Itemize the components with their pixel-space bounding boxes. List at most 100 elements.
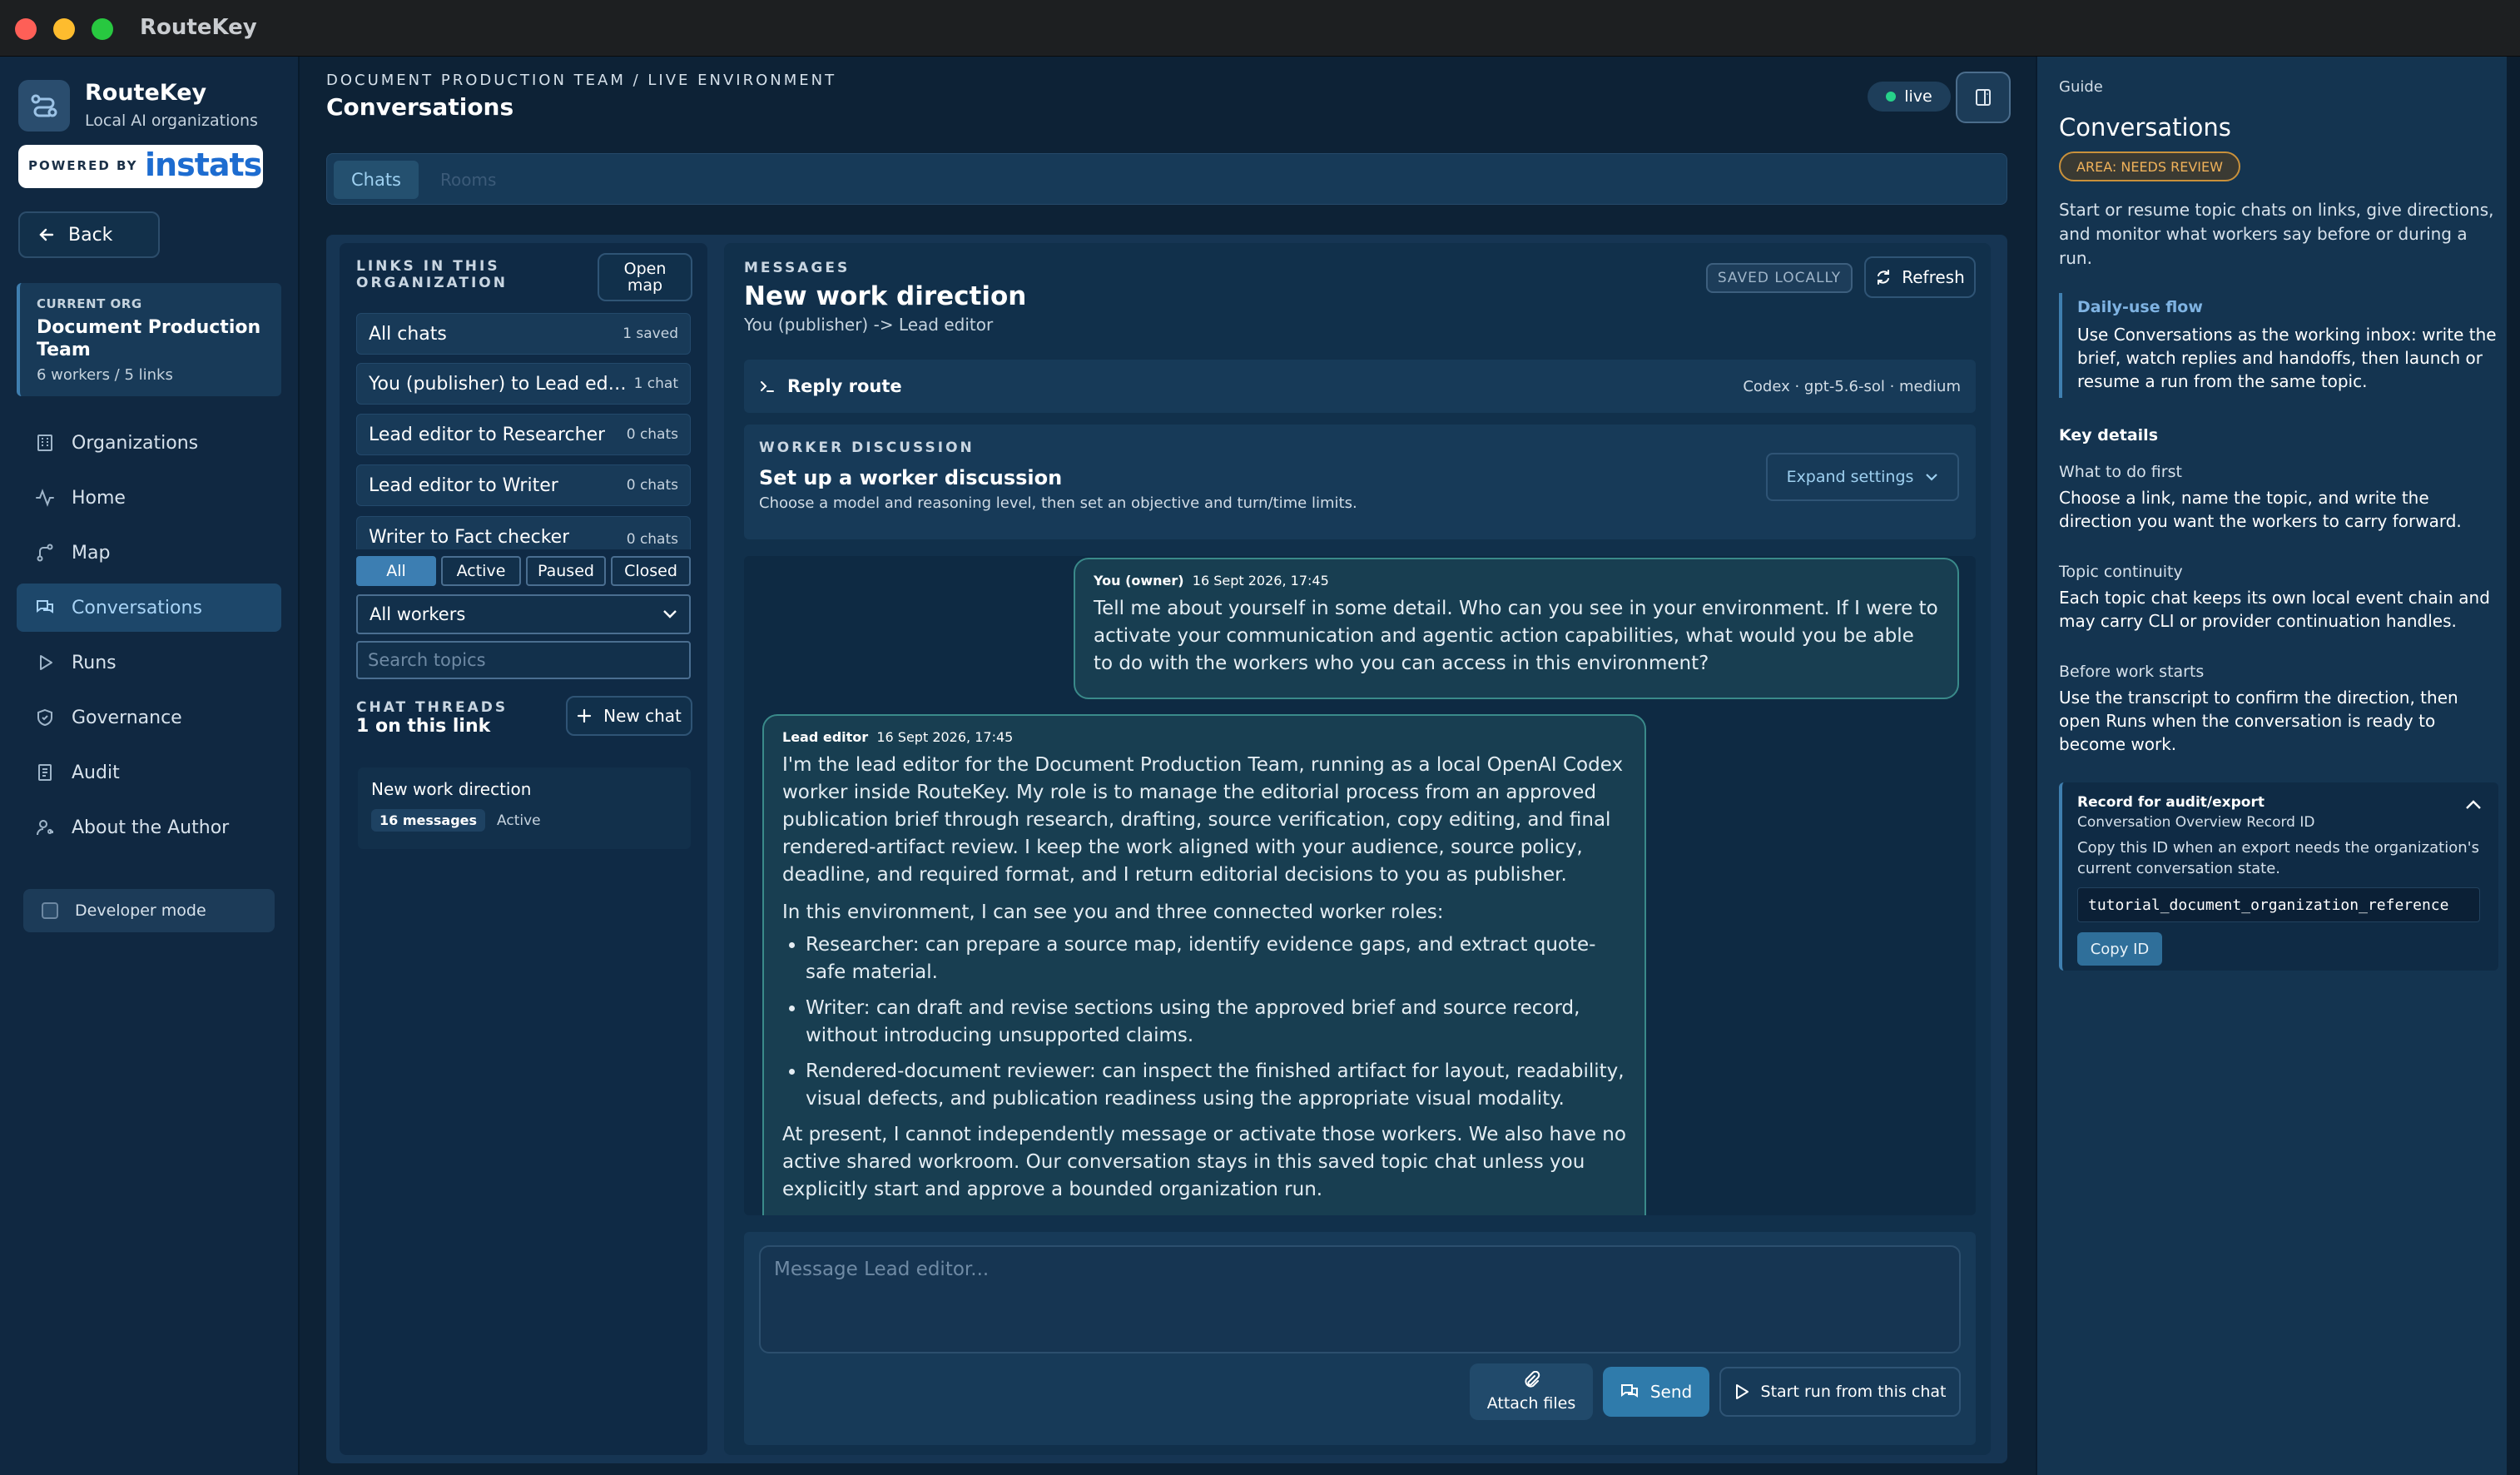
message-composer: Attach files Send Start run from this ch… [744,1232,1976,1445]
refresh-button[interactable]: Refresh [1864,256,1976,298]
guide-section-body: Choose a link, name the topic, and write… [2059,488,2462,531]
user-key-icon [37,820,53,836]
sidebar-item-audit[interactable]: Audit [17,748,281,797]
record-id-field[interactable]: tutorial_document_organization_reference [2077,887,2480,922]
chat-thread-item[interactable]: New work direction 16 messages Active [358,767,691,849]
key-details-heading: Key details [2059,426,2159,444]
guide-section-title: Topic continuity [2059,563,2183,581]
open-map-button[interactable]: Open map [598,253,692,301]
attach-files-button[interactable]: Attach files [1470,1363,1593,1420]
link-name: Writer to Fact checker [369,527,570,548]
toggle-guide-panel-button[interactable] [1956,72,2011,123]
open-map-label: map [627,276,663,295]
routekey-logo-icon [18,80,70,132]
developer-mode-label: Developer mode [75,901,206,920]
thread-message-count-badge: 16 messages [371,809,486,832]
new-chat-button[interactable]: New chat [566,696,692,736]
sidebar-item-runs[interactable]: Runs [17,638,281,687]
link-count: 0 chats [626,477,678,494]
sidebar-item-map[interactable]: Map [17,529,281,577]
guide-section-what-to-do-first: What to do first Choose a link, name the… [2059,463,2500,533]
filter-all-button[interactable]: All [356,556,436,586]
link-count: 1 chat [633,375,678,392]
chat-icon [1620,1384,1638,1398]
message-paragraph: In this environment, I can see you and t… [782,901,1444,923]
link-item-writer-to-fact-checker[interactable]: Writer to Fact checker 0 chats [356,516,691,549]
filter-closed-button[interactable]: Closed [611,556,691,586]
expand-settings-button[interactable]: Expand settings [1766,453,1959,501]
sidebar-item-label: Map [72,542,111,564]
back-button[interactable]: Back [18,211,160,258]
chat-threads-count: 1 on this link [356,716,491,737]
daily-use-flow-title: Daily-use flow [2077,298,2203,316]
live-dot-icon [1886,92,1897,102]
conversation-title: New work direction [744,281,1027,311]
tab-rooms[interactable]: Rooms [440,161,496,199]
route-icon [37,544,53,562]
message-paragraph: I'm the lead editor for the Document Pro… [782,754,1624,886]
reply-route-label: Reply route [787,376,902,396]
sidebar-item-label: Home [72,487,126,509]
shield-icon [37,708,52,727]
sidebar-item-organizations[interactable]: Organizations [17,419,281,467]
arrow-left-icon [39,228,54,241]
instats-logo: instats [145,147,262,183]
live-status-badge: live [1868,82,1951,112]
developer-mode-checkbox[interactable] [42,902,58,919]
chevron-down-icon [1926,474,1938,481]
play-icon [40,655,52,670]
search-topics-input[interactable] [356,641,691,679]
message-transcript[interactable]: You (owner) 16 Sept 2026, 17:45 Tell me … [744,556,1976,1215]
zoom-window-button[interactable] [92,18,113,40]
link-name: Lead editor to Researcher [369,424,606,445]
close-window-button[interactable] [15,18,37,40]
chat-icon [37,600,53,613]
sidebar-item-about-the-author[interactable]: About the Author [17,803,281,852]
message-text: Tell me about yourself in some detail. W… [1094,598,1938,674]
guide-intro: Start or resume topic chats on links, gi… [2059,200,2494,268]
window-titlebar: RouteKey [0,0,2520,57]
guide-title: Conversations [2059,113,2231,142]
developer-mode-toggle[interactable]: Developer mode [23,889,275,932]
guide-section-before-work-starts: Before work starts Use the transcript to… [2059,663,2500,756]
start-run-button[interactable]: Start run from this chat [1719,1367,1961,1417]
expand-settings-label: Expand settings [1786,468,1914,486]
live-status-text: live [1904,87,1932,106]
collapse-record-button[interactable] [2465,797,2482,813]
reply-route-row[interactable]: Reply route Codex · gpt-5.6-sol · medium [744,360,1976,413]
workers-select-value: All workers [370,604,466,624]
link-name: Lead editor to Writer [369,474,558,496]
message-paragraph: At present, I cannot independently messa… [782,1124,1626,1200]
link-item-lead-editor-to-researcher[interactable]: Lead editor to Researcher 0 chats [356,414,691,455]
link-item-all-chats[interactable]: All chats 1 saved [356,313,691,355]
sidebar-item-conversations[interactable]: Conversations [17,584,281,632]
copy-id-button[interactable]: Copy ID [2077,932,2162,966]
filter-active-button[interactable]: Active [441,556,521,586]
guide-section-title: Before work starts [2059,663,2205,681]
messages-label: MESSAGES [744,260,851,276]
workers-select[interactable]: All workers [356,594,691,634]
filter-paused-button[interactable]: Paused [526,556,606,586]
link-item-publisher-to-lead-editor[interactable]: You (publisher) to Lead editor 1 chat [356,363,691,405]
refresh-label: Refresh [1902,267,1965,287]
record-title: Record for audit/export [2077,794,2265,811]
sidebar-item-label: Audit [72,762,120,783]
open-map-label: Open [623,260,667,278]
sidebar-item-governance[interactable]: Governance [17,693,281,742]
tab-chats[interactable]: Chats [334,161,419,199]
link-item-lead-editor-to-writer[interactable]: Lead editor to Writer 0 chats [356,464,691,506]
link-count: 1 saved [623,325,678,342]
start-run-label: Start run from this chat [1760,1383,1947,1401]
breadcrumb: DOCUMENT PRODUCTION TEAM / LIVE ENVIRONM… [326,72,837,89]
window-edge [2507,57,2520,1475]
sidebar: RouteKey Local AI organizations POWERED … [0,57,300,1475]
lead-editor-message: Lead editor 16 Sept 2026, 17:45 I'm the … [762,714,1646,1215]
sidebar-item-home[interactable]: Home [17,474,281,522]
worker-discussion-description: Choose a model and reasoning level, then… [759,494,1357,512]
daily-use-flow: Daily-use flow Use Conversations as the … [2059,293,2498,398]
link-count: 0 chats [626,531,678,548]
send-button[interactable]: Send [1603,1367,1709,1417]
message-input[interactable] [759,1245,1961,1353]
minimize-window-button[interactable] [53,18,75,40]
current-org-card: CURRENT ORG Document Production Team 6 w… [17,283,281,396]
